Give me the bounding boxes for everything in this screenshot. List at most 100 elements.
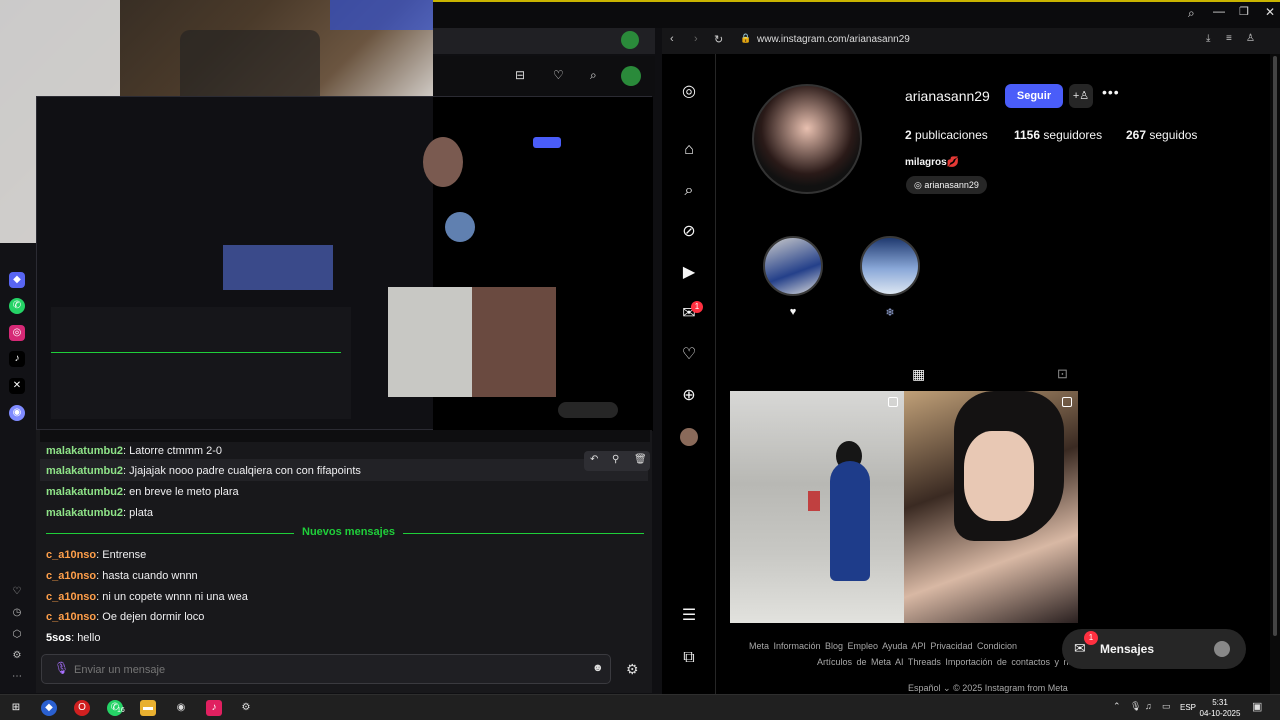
settings-icon[interactable]: ⚙ bbox=[238, 700, 254, 716]
tray-chevron-icon[interactable]: ⌃ bbox=[1113, 701, 1121, 712]
profile-avatar[interactable] bbox=[680, 428, 698, 446]
restore-icon[interactable]: ❐ bbox=[1239, 5, 1249, 18]
window-titlebar: ⌕ — ❐ ✕ bbox=[433, 0, 1280, 28]
url-text[interactable]: www.instagram.com/arianasann29 bbox=[757, 34, 910, 45]
chat-message: malakatumbu2: Jjajajak nooo padre cualqi… bbox=[46, 465, 361, 477]
instagram-logo-icon[interactable]: ◎ bbox=[679, 82, 699, 102]
heart-icon[interactable]: ♡ bbox=[553, 68, 564, 82]
heart-icon[interactable]: ♡ bbox=[679, 345, 699, 365]
reels-icon[interactable]: ▶ bbox=[679, 263, 699, 283]
threads-link[interactable]: ◎ arianasann29 bbox=[906, 176, 987, 194]
reply-icon[interactable]: ↶ bbox=[590, 454, 598, 465]
language-indicator[interactable]: ESP bbox=[1180, 703, 1196, 712]
apps-icon[interactable]: ⧉ bbox=[679, 648, 699, 668]
tiktok-icon[interactable]: ♪ bbox=[206, 700, 222, 716]
chat-username[interactable]: 5sos bbox=[46, 632, 71, 644]
menu-icon[interactable]: ≡ bbox=[1226, 33, 1232, 44]
new-messages-label: Nuevos mensajes bbox=[294, 526, 403, 538]
scrollbar-thumb[interactable] bbox=[1273, 56, 1277, 636]
delete-icon[interactable]: 🗑 bbox=[634, 454, 647, 465]
history-icon[interactable]: ◷ bbox=[9, 605, 25, 621]
search-icon[interactable]: ⌕ bbox=[1188, 6, 1195, 21]
story-highlight[interactable] bbox=[763, 236, 823, 296]
chat-panel: malakatumbu2: Latorre ctmmm 2-0 malakatu… bbox=[36, 430, 652, 693]
mic-icon[interactable]: 🎙 bbox=[54, 661, 69, 675]
windows-start-icon[interactable]: ⊞ bbox=[8, 700, 24, 716]
folder-icon[interactable]: ▬ bbox=[140, 700, 156, 716]
settings-icon[interactable]: ⚙ bbox=[9, 648, 25, 664]
reload-icon[interactable]: ↻ bbox=[714, 33, 723, 46]
footer-copyright: Español ⌄ © 2025 Instagram from Meta bbox=[908, 683, 1068, 693]
chat-input[interactable] bbox=[74, 662, 554, 678]
minimize-icon[interactable]: — bbox=[1213, 4, 1225, 18]
following-stat[interactable]: 267 seguidos bbox=[1126, 128, 1197, 142]
nested-chat bbox=[51, 307, 351, 419]
mic-icon[interactable]: 🎙 bbox=[1130, 701, 1141, 712]
messages-label: Mensajes bbox=[1100, 642, 1155, 656]
search-icon[interactable]: ⌕ bbox=[679, 181, 699, 201]
highlight-label: ❄ bbox=[885, 307, 895, 319]
hamburger-icon[interactable]: ☰ bbox=[679, 606, 699, 626]
chat-username[interactable]: c_a10nso bbox=[46, 549, 96, 561]
chat-username[interactable]: malakatumbu2 bbox=[46, 486, 123, 498]
heart-icon[interactable]: ♡ bbox=[9, 584, 25, 600]
left-app-rail: ◆ ✆ ◎ ♪ ✕ ◉ ♡ ◷ ⬡ ⚙ ⋯ bbox=[0, 243, 36, 693]
more-options-button[interactable]: ••• bbox=[1102, 84, 1120, 100]
inbox-icon[interactable]: ⊟ bbox=[515, 68, 525, 82]
messages-widget[interactable]: ✉ 1 Mensajes bbox=[1062, 629, 1246, 669]
account-icon[interactable]: ♙ bbox=[1246, 33, 1255, 44]
app-icon[interactable]: ◆ bbox=[9, 272, 25, 288]
notification-icon[interactable]: ▣ bbox=[1252, 700, 1262, 713]
profile-icon[interactable] bbox=[621, 31, 639, 49]
chat-username[interactable]: c_a10nso bbox=[46, 611, 96, 623]
app-icon[interactable]: ◉ bbox=[9, 405, 25, 421]
messages-badge: 1 bbox=[1084, 631, 1098, 645]
tagged-tab[interactable]: ⊡ bbox=[1057, 366, 1068, 382]
network-icon[interactable]: ▭ bbox=[1162, 701, 1171, 712]
chat-username[interactable]: c_a10nso bbox=[46, 570, 96, 582]
obs-icon[interactable]: ◉ bbox=[173, 700, 189, 716]
tiktok-icon[interactable]: ♪ bbox=[9, 351, 25, 367]
explore-icon[interactable]: ⊘ bbox=[679, 222, 699, 242]
volume-icon[interactable]: ♫ bbox=[1145, 701, 1152, 711]
clock[interactable]: 5:31 04-10-2025 bbox=[1198, 697, 1242, 719]
nested-highlight bbox=[445, 212, 475, 242]
instagram-icon[interactable]: ◎ bbox=[9, 325, 25, 341]
more-icon[interactable]: ⋯ bbox=[9, 669, 25, 685]
chat-username[interactable]: c_a10nso bbox=[46, 591, 96, 603]
emoji-icon[interactable]: ☻ bbox=[592, 662, 604, 674]
add-user-icon[interactable]: +♙ bbox=[1069, 84, 1093, 108]
chat-text: : plata bbox=[123, 507, 153, 519]
cube-icon[interactable]: ⬡ bbox=[9, 627, 25, 643]
chat-username[interactable]: malakatumbu2 bbox=[46, 465, 123, 477]
post-thumbnail[interactable] bbox=[730, 391, 904, 623]
create-icon[interactable]: ⊕ bbox=[679, 386, 699, 406]
forward-icon[interactable]: › bbox=[694, 33, 698, 45]
download-icon[interactable]: ⤓ bbox=[1206, 33, 1210, 44]
story-highlight[interactable] bbox=[860, 236, 920, 296]
footer-links[interactable]: Meta Información Blog Empleo Ayuda API P… bbox=[749, 641, 1017, 651]
chat-username[interactable]: malakatumbu2 bbox=[46, 445, 123, 457]
whatsapp-icon[interactable]: ✆ bbox=[9, 298, 25, 314]
home-icon[interactable]: ⌂ bbox=[679, 140, 699, 160]
post-thumbnail[interactable] bbox=[904, 391, 1078, 623]
avatar[interactable] bbox=[621, 66, 641, 86]
followers-stat[interactable]: 1156 seguidores bbox=[1014, 128, 1102, 142]
post-figure bbox=[830, 461, 870, 581]
opera-icon[interactable]: O bbox=[74, 700, 90, 716]
pin-icon[interactable]: ⚲ bbox=[612, 454, 619, 465]
scrollbar[interactable] bbox=[1270, 54, 1280, 694]
search-icon[interactable]: ⌕ bbox=[590, 68, 597, 83]
follow-button[interactable]: Seguir bbox=[1005, 84, 1063, 108]
x-icon[interactable]: ✕ bbox=[9, 378, 25, 394]
back-icon[interactable]: ‹ bbox=[670, 33, 674, 45]
profile-picture[interactable] bbox=[752, 84, 862, 194]
posts-grid-tab[interactable]: ▦ bbox=[912, 366, 925, 383]
chat-username[interactable]: malakatumbu2 bbox=[46, 507, 123, 519]
footer-links[interactable]: Artículos de Meta AI Threads Importación… bbox=[817, 657, 1073, 667]
gear-icon[interactable]: ⚙ bbox=[626, 661, 639, 678]
chat-text: : Jjajajak nooo padre cualqiera con con … bbox=[123, 465, 361, 477]
copilot-icon[interactable]: ◆ bbox=[41, 700, 57, 716]
chat-input-box[interactable]: 🎙 ☻ bbox=[41, 654, 611, 684]
close-icon[interactable]: ✕ bbox=[1265, 5, 1275, 19]
